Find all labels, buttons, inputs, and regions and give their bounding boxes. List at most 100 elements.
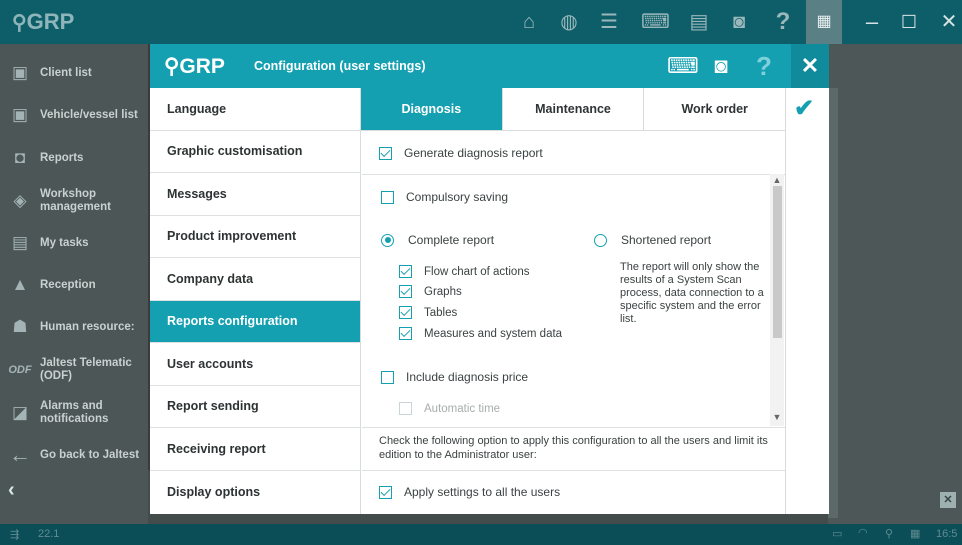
alarm-icon: ◪ [11, 403, 29, 422]
tables-label: Tables [424, 306, 458, 319]
menu-item-graphic-customisation[interactable]: Graphic customisation [150, 131, 360, 173]
apply-all-option[interactable]: Apply settings to all the users [379, 485, 560, 499]
measures-checkbox[interactable] [399, 327, 412, 340]
status-bar: ⇶ 22.1 ▭ ◠ ⚲ ▦ 16:5 [0, 524, 962, 545]
scroll-down-icon[interactable]: ▼ [770, 412, 784, 422]
odf-icon: ODF [8, 364, 32, 376]
generate-report-option[interactable]: Generate diagnosis report [379, 146, 543, 160]
clock-label: 16:5 [936, 528, 958, 540]
grid-icon: ▦ [816, 13, 832, 30]
printer-icon[interactable]: ▤ [686, 10, 712, 34]
sidebar-item-human-resources[interactable]: ☗ Human resource: [0, 306, 148, 348]
list-icon[interactable]: ☰ [596, 10, 622, 34]
generate-report-checkbox[interactable] [379, 146, 392, 160]
grid-button[interactable]: ▦ [806, 0, 842, 44]
wifi-icon: ◠ [858, 527, 868, 539]
menu-item-company-data[interactable]: Company data [150, 258, 360, 301]
human-resources-icon: ☗ [12, 317, 28, 336]
graphs-label: Graphs [424, 285, 462, 298]
vehicle-list-icon: ▣ [11, 105, 29, 124]
sidebar-item-reception[interactable]: ▲ Reception [0, 264, 148, 306]
keyboard-icon[interactable]: ⌨ [641, 10, 670, 34]
minimize-icon[interactable]: – [859, 10, 885, 34]
calendar-icon: ▦ [910, 528, 921, 540]
dialog-logo: ⚲GRP [164, 54, 225, 78]
report-tabs: Diagnosis Maintenance Work order [361, 88, 785, 131]
sidebar-item-vehicle-list[interactable]: ▣ Vehicle/vessel list [0, 94, 148, 136]
menu-item-receiving-report[interactable]: Receiving report [150, 428, 360, 471]
arrow-left-icon: ← [9, 442, 31, 467]
shortened-report-radio[interactable] [594, 233, 607, 247]
menu-item-language[interactable]: Language [150, 88, 360, 131]
option-tables[interactable]: Tables [399, 306, 457, 319]
sidebar-item-workshop[interactable]: ◈ Workshop management [0, 180, 148, 222]
search-icon: ⚲ [885, 528, 894, 540]
sidebar-item-alarms[interactable]: ◪ Alarms and notifications [0, 392, 148, 434]
small-close-icon[interactable]: ✕ [940, 492, 956, 508]
menu-item-reports-configuration[interactable]: Reports configuration [150, 300, 360, 343]
divider [362, 470, 785, 471]
confirm-column: ✔ [785, 88, 829, 514]
compulsory-saving-option[interactable]: Compulsory saving [381, 190, 508, 204]
keyboard-icon[interactable]: ⌨ [667, 53, 699, 79]
scrollbar-thumb[interactable] [773, 186, 782, 338]
tab-maintenance[interactable]: Maintenance [503, 88, 645, 130]
help-icon[interactable]: ? [770, 10, 796, 34]
sidebar-item-client-list[interactable]: ▣ Client list [0, 52, 148, 94]
panel-block [828, 88, 838, 518]
camera-icon[interactable]: ◙ [726, 10, 752, 34]
close-icon[interactable]: ✕ [936, 10, 962, 34]
help-icon[interactable]: ? [750, 53, 778, 79]
include-price-option[interactable]: Include diagnosis price [381, 370, 528, 384]
app-title-bar: ⚲GRP ⌂ ◍ ☰ ⌨ ▤ ◙ ? ▦ – ☐ ✕ [0, 0, 962, 44]
sidebar-item-reports[interactable]: ◘ Reports [0, 137, 148, 179]
option-flow-chart[interactable]: Flow chart of actions [399, 265, 529, 278]
tasks-icon: ▤ [11, 233, 29, 252]
apply-all-note: Check the following option to apply this… [379, 435, 768, 461]
apply-all-label: Apply settings to all the users [404, 485, 561, 499]
app-right-panel [828, 44, 962, 524]
close-dialog-button[interactable]: ✕ [791, 44, 829, 88]
confirm-check-icon[interactable]: ✔ [794, 94, 814, 123]
globe-icon[interactable]: ◍ [556, 10, 582, 34]
sidebar-item-my-tasks[interactable]: ▤ My tasks [0, 222, 148, 264]
generate-report-label: Generate diagnosis report [404, 146, 543, 160]
flow-chart-checkbox[interactable] [399, 265, 412, 278]
tab-work-order[interactable]: Work order [644, 88, 785, 130]
app-sidebar: ▣ Client list ▣ Vehicle/vessel list ◘ Repor… [0, 44, 148, 524]
automatic-time-checkbox [399, 402, 412, 415]
compulsory-saving-checkbox[interactable] [381, 190, 394, 204]
maximize-icon[interactable]: ☐ [896, 10, 922, 34]
complete-report-radio[interactable] [381, 233, 394, 247]
workshop-icon: ◈ [13, 191, 27, 210]
scroll-up-icon[interactable]: ▲ [770, 175, 784, 185]
reports-icon: ◘ [14, 148, 26, 167]
menu-item-display-options[interactable]: Display options [150, 471, 360, 514]
camera-icon[interactable]: ◙ [707, 53, 735, 79]
usb-icon: ⇶ [10, 529, 20, 541]
menu-item-report-sending[interactable]: Report sending [150, 386, 360, 428]
menu-item-product-improvement[interactable]: Product improvement [150, 216, 360, 258]
menu-item-messages[interactable]: Messages [150, 173, 360, 216]
compulsory-saving-label: Compulsory saving [406, 190, 509, 204]
option-measures[interactable]: Measures and system data [399, 327, 562, 340]
sidebar-item-telematic[interactable]: ODF Jaltest Telematic (ODF) [0, 349, 148, 391]
complete-report-option[interactable]: Complete report [381, 233, 494, 247]
client-list-icon: ▣ [11, 63, 29, 82]
menu-item-user-accounts[interactable]: User accounts [150, 343, 360, 386]
include-price-checkbox[interactable] [381, 370, 394, 384]
settings-menu: Language Graphic customisation Messages … [150, 88, 361, 514]
flow-chart-label: Flow chart of actions [424, 265, 530, 278]
tab-diagnosis[interactable]: Diagnosis [361, 88, 503, 130]
graphs-checkbox[interactable] [399, 285, 412, 298]
divider [362, 174, 785, 175]
apply-all-checkbox[interactable] [379, 485, 392, 499]
reception-icon: ▲ [11, 275, 29, 294]
option-graphs[interactable]: Graphs [399, 285, 462, 298]
tables-checkbox[interactable] [399, 306, 412, 319]
home-icon[interactable]: ⌂ [516, 10, 542, 34]
collapse-sidebar-icon[interactable]: ‹ [8, 479, 15, 502]
dialog-title: Configuration (user settings) [254, 59, 426, 73]
sidebar-item-go-back[interactable]: ← Go back to Jaltest [0, 434, 148, 476]
shortened-report-option[interactable]: Shortened report [594, 233, 711, 247]
